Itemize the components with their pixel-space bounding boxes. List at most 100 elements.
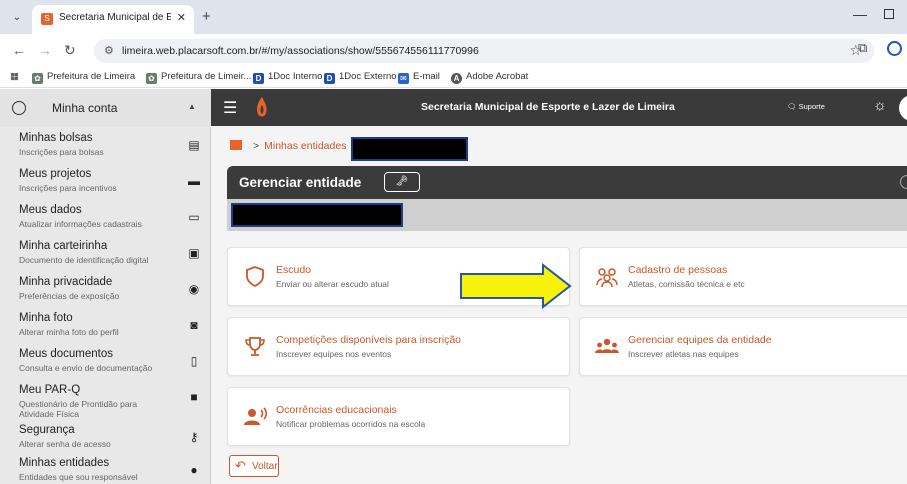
account-icon	[12, 101, 26, 115]
sidebar-item-title: Meus dados	[19, 204, 82, 216]
breadcrumb-separator: >	[253, 140, 260, 152]
sidebar-item-title: Minha privacidade	[19, 276, 113, 288]
camera-icon: ◙	[190, 318, 198, 332]
address-bar: ← → ↻ ⚙ limeira.web.placarsoft.com.br/#/…	[0, 34, 907, 66]
theme-toggle-icon[interactable]: ☼	[873, 97, 887, 114]
card-subtitle: Notificar problemas ocorridos na escola	[276, 419, 426, 429]
app-logo	[257, 97, 267, 117]
sidebar-item-title: Meus projetos	[19, 168, 92, 180]
back-button[interactable]: ↶ Voltar	[229, 455, 279, 477]
sidebar-item-entidades[interactable]: Minhas entidades Entidades que sou respo…	[0, 453, 211, 484]
people-group-icon	[596, 268, 618, 288]
trophy-icon	[245, 337, 265, 356]
forward-arrow-icon[interactable]: →	[38, 42, 52, 58]
redacted-entity-detail	[231, 203, 403, 227]
file-icon: ■	[190, 390, 198, 404]
card-cadastro-pessoas[interactable]: Cadastro de pessoas Atletas, comissão té…	[579, 247, 907, 306]
bookmark-item[interactable]: ✉ E-mail	[398, 71, 440, 84]
app-header: ☰ Secretaria Municipal de Esporte e Laze…	[211, 89, 907, 126]
sidebar-item-subtitle: Preferências de exposição	[19, 291, 120, 301]
sidebar-item-carteirinha[interactable]: Minha carteirinha Documento de identific…	[0, 236, 211, 272]
sidebar-item-privacidade[interactable]: Minha privacidade Preferências de exposi…	[0, 272, 211, 308]
sidebar-item-bolsas[interactable]: Minhas bolsas Inscrições para bolsas ▤	[0, 128, 211, 164]
sidebar-item-dados[interactable]: Meus dados Atualizar informações cadastr…	[0, 200, 211, 236]
profile-icon[interactable]	[887, 41, 902, 56]
redacted-entity-name	[351, 137, 468, 161]
sidebar-item-documentos[interactable]: Meus documentos Consulta e envio de docu…	[0, 344, 211, 380]
url-omnibox[interactable]: ⚙ limeira.web.placarsoft.com.br/#/my/ass…	[94, 39, 874, 63]
sidebar-item-subtitle: Consulta e envio de documentação	[19, 363, 153, 373]
card-competicoes[interactable]: Competições disponíveis para inscrição I…	[227, 317, 570, 376]
browser-tab-strip: ⌄ S Secretaria Municipal de Esporte ✕ + …	[0, 0, 907, 34]
app-title: Secretaria Municipal de Esporte e Lazer …	[421, 101, 675, 113]
main-content: >Minhas entidades> Gerenciar entidade 🗝 …	[211, 126, 907, 484]
breadcrumb: >Minhas entidades>	[230, 140, 363, 152]
sidebar-item-title: Segurança	[19, 424, 75, 436]
site-favicon-icon: S	[41, 13, 53, 25]
avatar[interactable]	[899, 95, 907, 121]
new-tab-icon[interactable]: +	[202, 8, 211, 25]
card-subtitle: Inscrever equipes nos eventos	[276, 349, 392, 359]
home-icon[interactable]	[230, 140, 242, 150]
apps-grid-icon[interactable]: ▦	[10, 71, 19, 82]
restore-icon[interactable]	[884, 9, 894, 19]
id-card-icon: ▭	[188, 210, 200, 224]
history-icon[interactable]	[900, 175, 907, 189]
reload-icon[interactable]: ↻	[64, 42, 76, 59]
bookmark-item[interactable]: A Adobe Acrobat	[451, 71, 528, 84]
bookmark-item[interactable]: ✿ Prefeitura de Limeir...	[146, 71, 251, 84]
key-icon: ⚷	[189, 430, 199, 444]
sidebar-item-seguranca[interactable]: Segurança Alterar senha de acesso ⚷	[0, 420, 211, 456]
browser-tab[interactable]: S Secretaria Municipal de Esporte ✕	[32, 5, 194, 34]
seal-icon: ✿	[32, 73, 43, 84]
extensions-icon[interactable]: ⧉	[858, 40, 867, 56]
breadcrumb-link-entidades[interactable]: Minhas entidades	[264, 140, 346, 152]
support-button[interactable]: 🗨 Suporte	[787, 102, 825, 111]
tab-close-icon[interactable]: ✕	[177, 11, 186, 24]
sidebar-item-foto[interactable]: Minha foto Alterar minha foto do perfil …	[0, 308, 211, 344]
tab-search-icon[interactable]: ⌄	[8, 9, 26, 27]
back-label: Voltar	[252, 461, 278, 472]
sidebar-item-subtitle: Atualizar informações cadastrais	[19, 219, 142, 229]
card-title: Gerenciar equipes da entidade	[628, 334, 772, 346]
card-gerenciar-equipes[interactable]: Gerenciar equipes da entidade Inscrever …	[579, 317, 907, 376]
seal-icon: ✿	[146, 73, 157, 84]
sidebar-item-projetos[interactable]: Meus projetos Inscrições para incentivos…	[0, 164, 211, 200]
back-arrow-icon[interactable]: ←	[12, 42, 26, 58]
sidebar-item-parq[interactable]: Meu PAR-Q Questionário de Prontidão para…	[0, 380, 211, 420]
card-subtitle: Inscrever atletas nas equipes	[628, 349, 739, 359]
hamburger-menu-icon[interactable]: ☰	[223, 98, 237, 118]
user-key-icon[interactable]: 🗝	[384, 172, 420, 192]
card-subtitle: Enviar ou alterar escudo atual	[276, 279, 389, 289]
back-arrow-icon: ↶	[235, 458, 246, 473]
doc-icon: D	[253, 73, 264, 84]
bookmark-item[interactable]: D 1Doc Externo	[324, 71, 397, 84]
card-ocorrencias[interactable]: Ocorrências educacionais Notificar probl…	[227, 387, 570, 446]
url-text: limeira.web.placarsoft.com.br/#/my/assoc…	[122, 45, 479, 57]
chevron-up-icon[interactable]: ▲	[188, 102, 196, 111]
sidebar-item-title: Minha foto	[19, 312, 73, 324]
sidebar-item-title: Meus documentos	[19, 348, 113, 360]
sidebar-item-title: Minha carteirinha	[19, 240, 108, 252]
site-info-icon[interactable]: ⚙	[104, 44, 114, 57]
announce-icon	[244, 407, 268, 425]
account-menu-header[interactable]: Minha conta ▲	[0, 89, 211, 127]
bookmark-item[interactable]: D 1Doc Interno	[253, 71, 322, 84]
bookmark-item[interactable]: ✿ Prefeitura de Limeira	[32, 71, 135, 84]
highlight-arrow	[460, 263, 572, 309]
card-title: Cadastro de pessoas	[628, 264, 728, 276]
sidebar-item-title: Minhas entidades	[19, 457, 110, 469]
doc-icon: D	[324, 73, 335, 84]
people-icon: ●	[190, 463, 198, 477]
card-title: Ocorrências educacionais	[276, 404, 397, 416]
sidebar-item-title: Meu PAR-Q	[19, 384, 81, 396]
card-title: Competições disponíveis para inscrição	[276, 334, 462, 346]
minimize-icon[interactable]: —	[853, 6, 867, 22]
team-icon	[595, 338, 619, 353]
sidebar-item-subtitle: Inscrições para incentivos	[19, 183, 117, 193]
sidebar-item-subtitle: Alterar minha foto do perfil	[19, 327, 119, 337]
card-title: Escudo	[276, 264, 312, 276]
account-sidebar: Minha conta ▲ Minhas bolsas Inscrições p…	[0, 89, 211, 484]
bookmarks-bar: ▦ ✿ Prefeitura de Limeira ✿ Prefeitura de …	[0, 66, 907, 88]
acrobat-icon: A	[451, 73, 462, 84]
